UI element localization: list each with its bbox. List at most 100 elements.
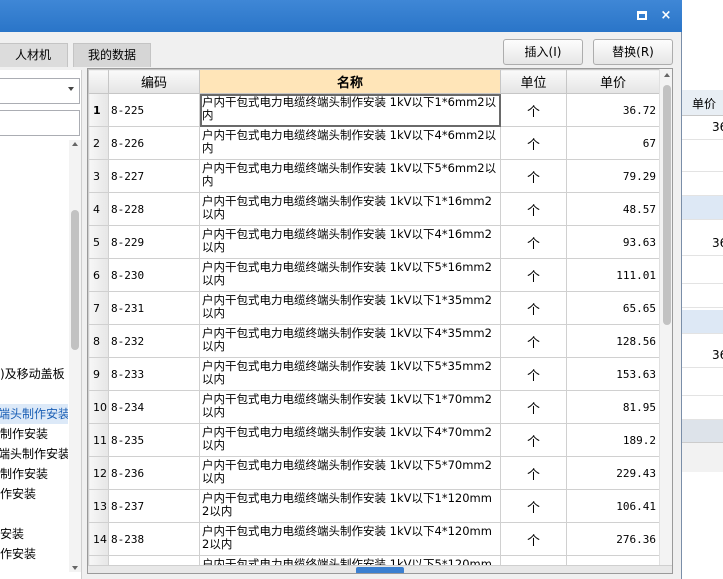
code-cell[interactable]: 8-225 bbox=[108, 93, 200, 127]
unit-cell[interactable]: 个 bbox=[500, 192, 567, 226]
insert-button[interactable]: 插入(I) bbox=[503, 39, 583, 65]
search-input[interactable] bbox=[0, 110, 80, 136]
code-cell[interactable]: 8-238 bbox=[108, 522, 200, 556]
background-row[interactable] bbox=[680, 148, 723, 172]
name-cell[interactable]: 户内干包式电力电缆终端头制作安装 1kV以下4*70mm2以内 bbox=[199, 423, 501, 457]
name-cell[interactable]: 户内干包式电力电缆终端头制作安装 1kV以下5*6mm2以内 bbox=[199, 159, 501, 193]
tree-item[interactable]: 作安装 bbox=[0, 484, 68, 504]
price-cell[interactable]: 128.56 bbox=[566, 324, 660, 358]
unit-cell[interactable]: 个 bbox=[500, 225, 567, 259]
splitter-grip[interactable] bbox=[356, 567, 404, 573]
row-index-cell[interactable]: 14 bbox=[88, 522, 109, 556]
unit-cell[interactable]: 个 bbox=[500, 324, 567, 358]
background-row[interactable] bbox=[680, 196, 723, 220]
library-select[interactable] bbox=[0, 78, 80, 104]
background-row[interactable] bbox=[680, 310, 723, 334]
background-row[interactable] bbox=[680, 372, 723, 396]
row-index-cell[interactable]: 12 bbox=[88, 456, 109, 490]
table-row[interactable]: 12 8-236 户内干包式电力电缆终端头制作安装 1kV以下5*70mm2以内个 2… bbox=[88, 456, 660, 490]
unit-cell[interactable]: 个 bbox=[500, 291, 567, 325]
tab-my-data[interactable]: 我的数据 bbox=[73, 43, 151, 67]
name-cell[interactable]: 户内干包式电力电缆终端头制作安装 1kV以下5*70mm2以内 bbox=[199, 456, 501, 490]
scroll-down-icon[interactable] bbox=[72, 566, 78, 570]
code-cell[interactable]: 8-233 bbox=[108, 357, 200, 391]
close-button[interactable]: × bbox=[658, 8, 674, 24]
row-index-cell[interactable]: 1 bbox=[88, 93, 109, 127]
table-row[interactable]: 11 8-235 户内干包式电力电缆终端头制作安装 1kV以下4*70mm2以内个 1… bbox=[88, 423, 660, 457]
column-header-name[interactable]: 名称 bbox=[199, 69, 501, 94]
background-row[interactable] bbox=[680, 284, 723, 308]
table-row[interactable]: 2 8-226 户内干包式电力电缆终端头制作安装 1kV以下4*6mm2以内个 67 bbox=[88, 126, 660, 160]
scroll-up-icon[interactable] bbox=[72, 142, 78, 146]
unit-cell[interactable]: 个 bbox=[500, 390, 567, 424]
unit-cell[interactable]: 个 bbox=[500, 357, 567, 391]
unit-cell[interactable]: 个 bbox=[500, 258, 567, 292]
background-row[interactable] bbox=[680, 172, 723, 196]
table-row[interactable]: 8 8-232 户内干包式电力电缆终端头制作安装 1kV以下4*35mm2以内个 12… bbox=[88, 324, 660, 358]
row-index-cell[interactable]: 5 bbox=[88, 225, 109, 259]
code-cell[interactable]: 8-226 bbox=[108, 126, 200, 160]
tree-item[interactable]: )及移动盖板 bbox=[0, 364, 68, 384]
unit-cell[interactable]: 个 bbox=[500, 126, 567, 160]
row-index-cell[interactable]: 13 bbox=[88, 489, 109, 523]
price-cell[interactable]: 189.2 bbox=[566, 423, 660, 457]
scroll-thumb[interactable] bbox=[71, 210, 79, 350]
grid-horizontal-bar[interactable] bbox=[88, 565, 672, 573]
background-row[interactable] bbox=[680, 396, 723, 420]
code-cell[interactable]: 8-229 bbox=[108, 225, 200, 259]
scroll-up-icon[interactable] bbox=[664, 73, 670, 77]
price-cell[interactable]: 48.57 bbox=[566, 192, 660, 226]
price-cell[interactable]: 111.01 bbox=[566, 258, 660, 292]
title-bar[interactable]: × bbox=[0, 0, 682, 32]
price-cell[interactable]: 65.65 bbox=[566, 291, 660, 325]
background-row[interactable]: 36 bbox=[680, 232, 723, 256]
table-row[interactable]: 4 8-228 户内干包式电力电缆终端头制作安装 1kV以下1*16mm2以内个 48… bbox=[88, 192, 660, 226]
column-header-unit[interactable]: 单位 bbox=[500, 69, 567, 94]
code-cell[interactable]: 8-232 bbox=[108, 324, 200, 358]
background-row[interactable]: 36 bbox=[680, 344, 723, 368]
code-cell[interactable]: 8-227 bbox=[108, 159, 200, 193]
unit-cell[interactable]: 个 bbox=[500, 159, 567, 193]
name-cell[interactable]: 户内干包式电力电缆终端头制作安装 1kV以下1*35mm2以内 bbox=[199, 291, 501, 325]
grid-scrollbar[interactable] bbox=[659, 69, 672, 565]
tree-item[interactable]: 端头制作安装 bbox=[0, 444, 68, 464]
unit-cell[interactable]: 个 bbox=[500, 456, 567, 490]
row-index-cell[interactable]: 10 bbox=[88, 390, 109, 424]
unit-cell[interactable]: 个 bbox=[500, 489, 567, 523]
table-row[interactable]: 10 8-234 户内干包式电力电缆终端头制作安装 1kV以下1*70mm2以内个 8… bbox=[88, 390, 660, 424]
table-row[interactable]: 1 8-225 户内干包式电力电缆终端头制作安装 1kV以下1*6mm2以内个 36.… bbox=[88, 93, 660, 127]
table-row[interactable]: 7 8-231 户内干包式电力电缆终端头制作安装 1kV以下1*35mm2以内个 65… bbox=[88, 291, 660, 325]
name-cell[interactable]: 户内干包式电力电缆终端头制作安装 1kV以下1*16mm2以内 bbox=[199, 192, 501, 226]
row-index-cell[interactable]: 6 bbox=[88, 258, 109, 292]
code-cell[interactable]: 8-236 bbox=[108, 456, 200, 490]
row-index-cell[interactable]: 8 bbox=[88, 324, 109, 358]
code-cell[interactable]: 8-230 bbox=[108, 258, 200, 292]
table-row[interactable]: 13 8-237 户内干包式电力电缆终端头制作安装 1kV以下1*120mm2以内个… bbox=[88, 489, 660, 523]
table-row[interactable]: 9 8-233 户内干包式电力电缆终端头制作安装 1kV以下5*35mm2以内个 15… bbox=[88, 357, 660, 391]
price-cell[interactable]: 106.41 bbox=[566, 489, 660, 523]
price-cell[interactable]: 79.29 bbox=[566, 159, 660, 193]
table-row[interactable]: 6 8-230 户内干包式电力电缆终端头制作安装 1kV以下5*16mm2以内个 11… bbox=[88, 258, 660, 292]
column-header-price[interactable]: 单价 bbox=[566, 69, 660, 94]
name-cell[interactable]: 户内干包式电力电缆终端头制作安装 1kV以下4*16mm2以内 bbox=[199, 225, 501, 259]
name-cell[interactable]: 户内干包式电力电缆终端头制作安装 1kV以下1*6mm2以内 bbox=[199, 93, 501, 127]
scroll-thumb[interactable] bbox=[663, 85, 671, 325]
name-cell[interactable]: 户内干包式电力电缆终端头制作安装 1kV以下5*16mm2以内 bbox=[199, 258, 501, 292]
tree-item[interactable]: 安装 bbox=[0, 524, 68, 544]
price-cell[interactable]: 93.63 bbox=[566, 225, 660, 259]
name-cell[interactable]: 户内干包式电力电缆终端头制作安装 1kV以下5*35mm2以内 bbox=[199, 357, 501, 391]
price-cell[interactable]: 276.36 bbox=[566, 522, 660, 556]
tab-rencaiji[interactable]: 人材机 bbox=[0, 43, 68, 67]
unit-cell[interactable]: 个 bbox=[500, 423, 567, 457]
tree-item[interactable]: 作安装 bbox=[0, 544, 68, 564]
row-index-cell[interactable]: 3 bbox=[88, 159, 109, 193]
tree-item[interactable]: 制作安装 bbox=[0, 424, 68, 444]
table-row[interactable]: 14 8-238 户内干包式电力电缆终端头制作安装 1kV以下4*120mm2以内个… bbox=[88, 522, 660, 556]
column-header-code[interactable]: 编码 bbox=[108, 69, 200, 94]
tree-item[interactable]: 端头制作安装 bbox=[0, 404, 68, 424]
table-row[interactable]: 5 8-229 户内干包式电力电缆终端头制作安装 1kV以下4*16mm2以内个 93… bbox=[88, 225, 660, 259]
name-cell[interactable]: 户内干包式电力电缆终端头制作安装 1kV以下4*35mm2以内 bbox=[199, 324, 501, 358]
unit-cell[interactable]: 个 bbox=[500, 93, 567, 127]
replace-button[interactable]: 替换(R) bbox=[593, 39, 673, 65]
row-index-cell[interactable]: 9 bbox=[88, 357, 109, 391]
